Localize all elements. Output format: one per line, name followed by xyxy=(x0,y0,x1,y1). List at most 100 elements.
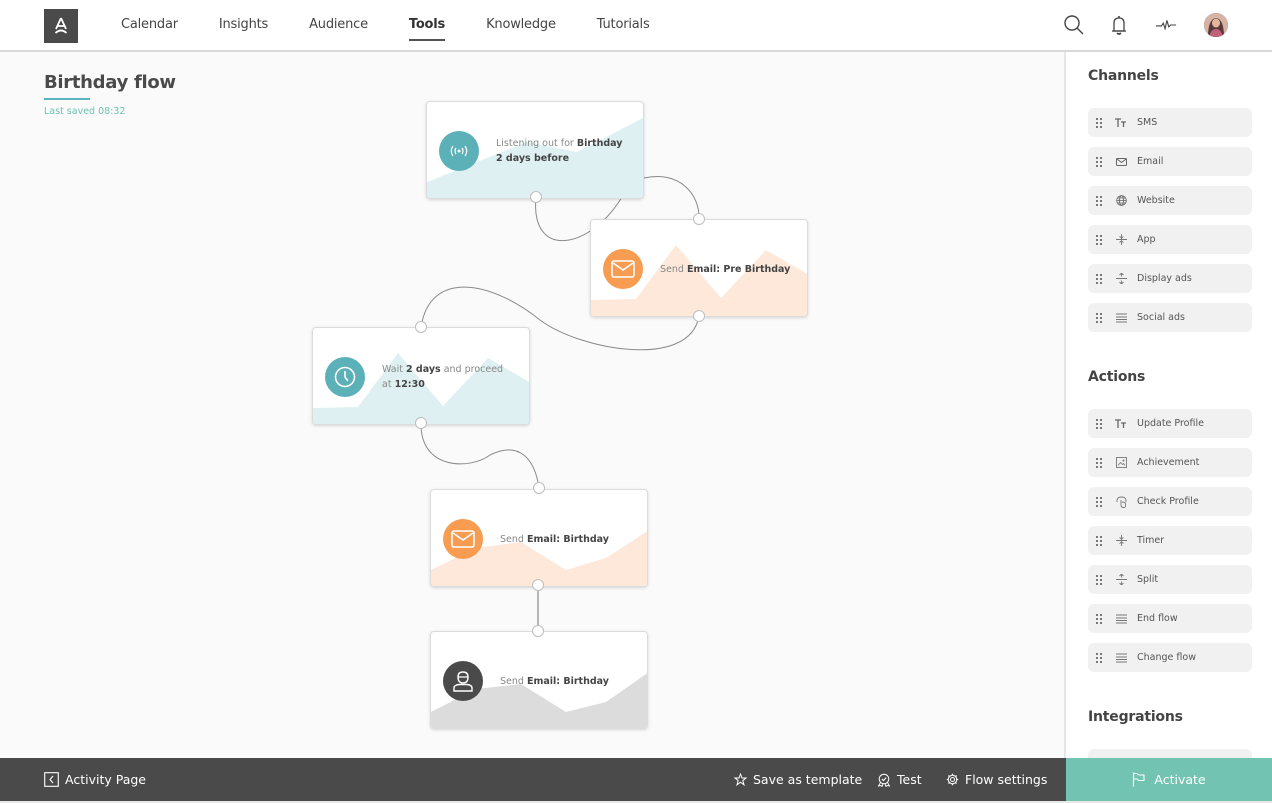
node-text-bold: Email: Pre Birthday xyxy=(686,263,791,275)
split-arrows-icon xyxy=(1114,272,1128,286)
lines-icon xyxy=(1114,612,1128,626)
node-text: Listening out for Birthday 2 days before xyxy=(496,102,641,198)
node-port-email-birthday-out[interactable] xyxy=(532,579,544,591)
back-arrow-icon xyxy=(44,772,59,787)
node-port-trigger-out[interactable] xyxy=(530,191,542,203)
user-icon xyxy=(443,661,483,701)
drag-handle-icon[interactable] xyxy=(1096,156,1102,167)
flow-node-trigger[interactable]: Listening out for Birthday 2 days before xyxy=(426,101,644,199)
nav-insights[interactable]: Insights xyxy=(219,0,268,50)
node-text: Send Email: Birthday xyxy=(500,632,645,728)
node-text: Wait 2 days and proceed at 12:30 xyxy=(382,328,527,424)
text-icon xyxy=(1114,116,1128,130)
action-label: Change flow xyxy=(1137,652,1196,663)
action-label: Achievement xyxy=(1137,457,1200,468)
node-text-line2-prefix: at xyxy=(382,379,395,390)
drag-handle-icon[interactable] xyxy=(1096,652,1102,663)
nav-tutorials[interactable]: Tutorials xyxy=(597,0,650,50)
node-port-email-birthday-in[interactable] xyxy=(533,482,545,494)
back-label: Activity Page xyxy=(65,772,146,787)
node-port-wait-out[interactable] xyxy=(415,417,427,429)
action-split[interactable]: Split xyxy=(1088,565,1252,594)
clock-icon xyxy=(325,357,365,397)
nav-audience[interactable]: Audience xyxy=(309,0,368,50)
channel-app[interactable]: App xyxy=(1088,225,1252,254)
node-text-bold: 2 days xyxy=(406,364,441,375)
drag-handle-icon[interactable] xyxy=(1096,234,1102,245)
channels-heading: Channels xyxy=(1088,68,1159,84)
drag-handle-icon[interactable] xyxy=(1096,574,1102,585)
connector-wait-to-email-birthday xyxy=(420,422,540,489)
nav-calendar[interactable]: Calendar xyxy=(121,0,178,50)
flag-icon xyxy=(1133,772,1145,787)
drag-handle-icon[interactable] xyxy=(1096,457,1102,468)
drag-handle-icon[interactable] xyxy=(1096,117,1102,128)
node-text-prefix: Send xyxy=(660,263,687,275)
action-end-flow[interactable]: End flow xyxy=(1088,604,1252,633)
channel-email[interactable]: Email xyxy=(1088,147,1252,176)
text-icon xyxy=(1114,417,1128,431)
logo-icon xyxy=(54,17,68,34)
actions-heading: Actions xyxy=(1088,369,1146,385)
drag-handle-icon[interactable] xyxy=(1096,312,1102,323)
channel-sms[interactable]: SMS xyxy=(1088,108,1252,137)
back-to-activity-page-button[interactable]: Activity Page xyxy=(44,758,146,801)
channel-social-ads[interactable]: Social ads xyxy=(1088,303,1252,332)
action-achievement[interactable]: Achievement xyxy=(1088,448,1252,477)
activity-icon[interactable] xyxy=(1155,14,1177,36)
avatar[interactable] xyxy=(1204,13,1228,37)
lines-icon xyxy=(1114,651,1128,665)
integration-item-partial[interactable] xyxy=(1088,749,1252,758)
channel-display-ads[interactable]: Display ads xyxy=(1088,264,1252,293)
action-label: Timer xyxy=(1137,535,1165,546)
image-icon xyxy=(1114,456,1128,470)
channel-label: SMS xyxy=(1137,117,1158,128)
action-label: Update Profile xyxy=(1137,418,1204,429)
node-port-profile-in[interactable] xyxy=(532,625,544,637)
save-as-template-label: Save as template xyxy=(753,772,863,787)
drag-handle-icon[interactable] xyxy=(1096,195,1102,206)
last-saved-status: Last saved 08:32 xyxy=(44,106,126,117)
node-port-email-pre-out[interactable] xyxy=(693,310,705,322)
action-label: End flow xyxy=(1137,613,1178,624)
activate-button[interactable]: Activate xyxy=(1066,758,1272,801)
node-port-wait-in[interactable] xyxy=(415,321,427,333)
node-port-email-pre-in[interactable] xyxy=(693,213,705,225)
flow-settings-button[interactable]: Flow settings xyxy=(946,758,1047,801)
drag-handle-icon[interactable] xyxy=(1096,418,1102,429)
bell-icon[interactable] xyxy=(1108,14,1130,36)
flow-settings-label: Flow settings xyxy=(965,772,1048,787)
drag-handle-icon[interactable] xyxy=(1096,535,1102,546)
split-icon xyxy=(1114,233,1128,247)
channel-label: App xyxy=(1137,234,1156,245)
flow-node-email-birthday[interactable]: Send Email: Birthday xyxy=(430,489,648,587)
split-icon xyxy=(1114,534,1128,548)
envelope-icon xyxy=(443,519,483,559)
channel-website[interactable]: Website xyxy=(1088,186,1252,215)
test-label: Test xyxy=(897,772,922,787)
connector-trigger-side xyxy=(643,176,700,220)
nav-tools[interactable]: Tools xyxy=(408,0,446,50)
channel-label: Email xyxy=(1137,156,1164,167)
node-text-prefix: Send xyxy=(500,675,527,687)
envelope-icon xyxy=(603,249,643,289)
drag-handle-icon[interactable] xyxy=(1096,496,1102,507)
action-update-profile[interactable]: Update Profile xyxy=(1088,409,1252,438)
globe-icon xyxy=(1114,194,1128,208)
flow-node-profile-birthday[interactable]: Send Email: Birthday xyxy=(430,631,648,729)
drag-handle-icon[interactable] xyxy=(1096,613,1102,624)
flow-node-wait[interactable]: Wait 2 days and proceed at 12:30 xyxy=(312,327,530,425)
nav-knowledge[interactable]: Knowledge xyxy=(486,0,556,50)
flow-node-email-pre-birthday[interactable]: Send Email: Pre Birthday xyxy=(590,219,808,317)
action-change-flow[interactable]: Change flow xyxy=(1088,643,1252,672)
search-icon[interactable] xyxy=(1063,14,1085,36)
app-logo[interactable] xyxy=(44,9,78,43)
test-button[interactable]: Test xyxy=(877,758,922,801)
action-check-profile[interactable]: Check Profile xyxy=(1088,487,1252,516)
drag-handle-icon[interactable] xyxy=(1096,273,1102,284)
action-timer[interactable]: Timer xyxy=(1088,526,1252,555)
avatar-image xyxy=(1204,13,1228,37)
broadcast-icon xyxy=(439,131,479,171)
save-as-template-button[interactable]: Save as template xyxy=(734,758,862,801)
bottom-action-bar: Activity Page Save as template Test Flow… xyxy=(0,758,1272,803)
